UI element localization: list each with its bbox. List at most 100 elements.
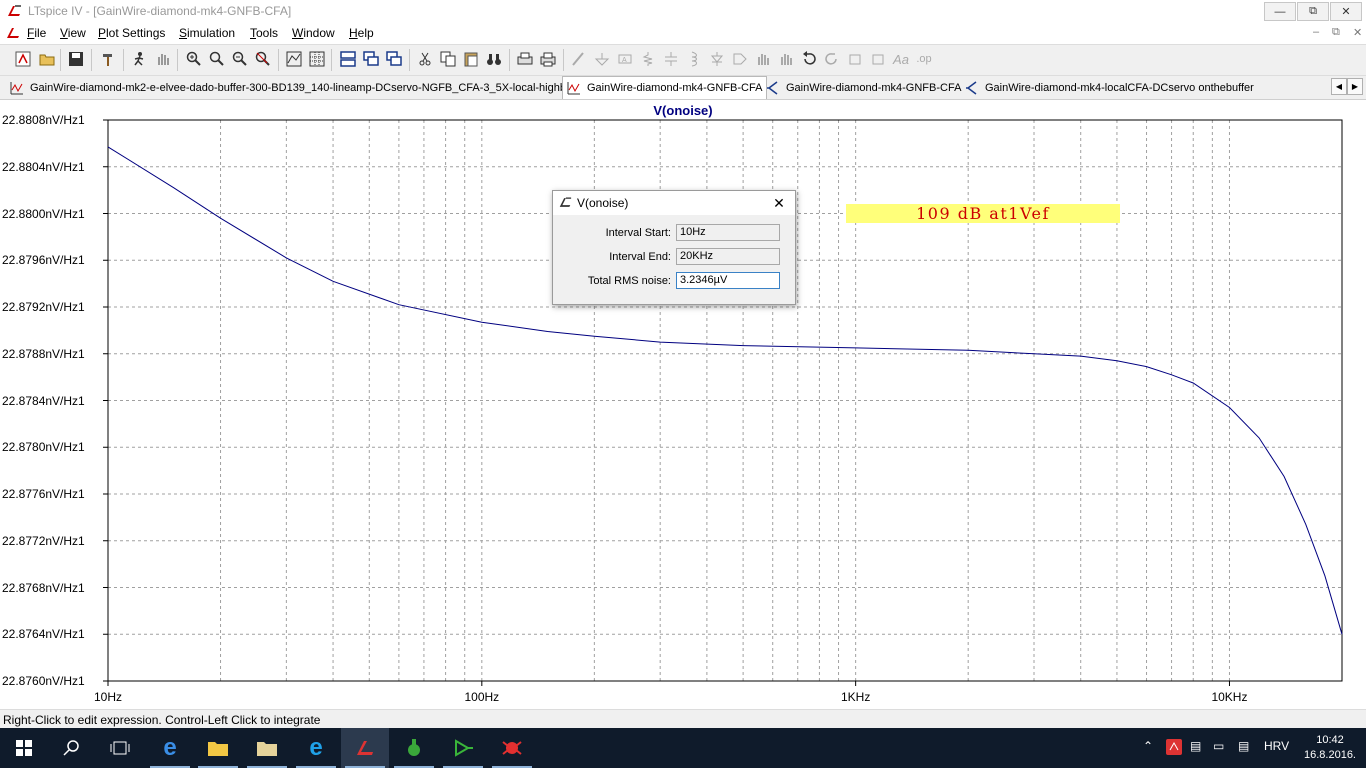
- menu-file[interactable]: File: [27, 26, 46, 40]
- minimize-icon: —: [1274, 5, 1286, 18]
- mdi-restore-icon[interactable]: ⧉: [1332, 26, 1340, 39]
- y-tick-label: 22.8800nV/Hz1: [2, 206, 85, 221]
- mirror-button[interactable]: [869, 50, 887, 68]
- open-button[interactable]: [38, 50, 56, 68]
- menu-help[interactable]: Help: [349, 26, 374, 40]
- y-tick-label: 22.8804nV/Hz1: [2, 159, 85, 174]
- pencil-icon: [572, 52, 584, 66]
- menu-plot-settings[interactable]: Plot Settings: [98, 26, 165, 40]
- y-tick-label: 22.8808nV/Hz1: [2, 113, 85, 127]
- interval-start-field[interactable]: 10Hz: [676, 224, 780, 241]
- y-tick-label: 22.8784nV/Hz1: [2, 393, 85, 408]
- tab-mk4-gnfb-cfa-waveform[interactable]: GainWire-diamond-mk4-GNFB-CFA: [562, 76, 768, 99]
- pan-button[interactable]: [208, 50, 226, 68]
- total-rms-noise-field[interactable]: 3.2346µV: [676, 272, 780, 289]
- autorange-button[interactable]: [285, 50, 303, 68]
- taskbar-app-circuit[interactable]: [439, 728, 487, 768]
- close-icon: ✕: [1341, 6, 1351, 18]
- tray-language[interactable]: HRV: [1264, 739, 1289, 753]
- save-button[interactable]: [67, 50, 85, 68]
- tray-expand-icon[interactable]: ⌃: [1143, 739, 1153, 753]
- tray-app-icon[interactable]: [1166, 739, 1182, 758]
- task-view-button[interactable]: [96, 728, 144, 768]
- print-button[interactable]: [539, 50, 557, 68]
- window-title: LTspice IV - [GainWire-diamond-mk4-GNFB-…: [28, 4, 292, 18]
- menu-simulation[interactable]: Simulation: [179, 26, 235, 40]
- tray-clock[interactable]: 10:42 16.8.2016.: [1300, 733, 1360, 763]
- wire-button[interactable]: [570, 50, 588, 68]
- mdi-minimize-icon[interactable]: –: [1313, 26, 1319, 38]
- start-button[interactable]: [0, 728, 48, 768]
- close-button[interactable]: ✕: [1330, 2, 1362, 21]
- taskbar-folder[interactable]: [243, 728, 291, 768]
- interval-end-field[interactable]: 20KHz: [676, 248, 780, 265]
- taskbar-edge[interactable]: e: [146, 728, 194, 768]
- tab-scroll-right-button[interactable]: ▶: [1347, 78, 1363, 95]
- new-schematic-button[interactable]: [14, 50, 32, 68]
- tray-network-icon[interactable]: ▤: [1190, 739, 1201, 753]
- rms-noise-dialog: V(onoise) ✕ Interval Start: 10Hz Interva…: [552, 190, 796, 305]
- menu-window[interactable]: Window: [292, 26, 335, 40]
- tray-display-icon[interactable]: ▭: [1213, 739, 1224, 753]
- menu-view[interactable]: View: [60, 26, 86, 40]
- cut-button[interactable]: [416, 50, 434, 68]
- minimize-button[interactable]: —: [1264, 2, 1296, 21]
- taskbar-ltspice[interactable]: [341, 728, 389, 768]
- zoom-in-button[interactable]: [185, 50, 203, 68]
- menu-tools[interactable]: Tools: [250, 26, 278, 40]
- taskbar-internet-explorer[interactable]: e: [292, 728, 340, 768]
- chevron-left-icon: ◀: [1335, 82, 1343, 91]
- x-tick-label: 10KHz: [1211, 690, 1248, 704]
- rotate-button[interactable]: [846, 50, 864, 68]
- zoom-out-button[interactable]: [231, 50, 249, 68]
- text-button[interactable]: Aa: [892, 50, 910, 68]
- paste-button[interactable]: [462, 50, 480, 68]
- zoom-full-button[interactable]: [254, 50, 272, 68]
- tile-vertical-button[interactable]: [385, 50, 403, 68]
- diode-button[interactable]: [708, 50, 726, 68]
- dialog-close-button[interactable]: ✕: [769, 193, 789, 213]
- capacitor-button[interactable]: [662, 50, 680, 68]
- cascade-button[interactable]: [362, 50, 380, 68]
- tab-scroll-left-button[interactable]: ◀: [1331, 78, 1347, 95]
- resistor-button[interactable]: [639, 50, 657, 68]
- mdi-close-icon[interactable]: ✕: [1353, 26, 1362, 39]
- tile-horizontal-button[interactable]: [339, 50, 357, 68]
- label-net-button[interactable]: A: [616, 50, 634, 68]
- tab-label: GainWire-diamond-mk4-localCFA-DCservo on…: [985, 81, 1254, 94]
- print-preview-button[interactable]: [516, 50, 534, 68]
- ground-button[interactable]: [593, 50, 611, 68]
- move-button[interactable]: [754, 50, 772, 68]
- undo-button[interactable]: [800, 50, 818, 68]
- taskbar-file-explorer[interactable]: [194, 728, 242, 768]
- capacitor-icon: [665, 52, 677, 66]
- tab-mk4-gnfb-cfa-schematic[interactable]: GainWire-diamond-mk4-GNFB-CFA: [766, 78, 961, 97]
- halt-button[interactable]: [154, 50, 172, 68]
- waveform-icon: [567, 82, 580, 95]
- dialog-title: V(onoise): [577, 196, 629, 210]
- task-view-icon: [110, 741, 130, 755]
- tab-mk4-localcfa-schematic[interactable]: GainWire-diamond-mk4-localCFA-DCservo on…: [965, 78, 1254, 97]
- plot-title[interactable]: V(onoise): [653, 103, 712, 118]
- drag-button[interactable]: [777, 50, 795, 68]
- run-button[interactable]: [130, 50, 148, 68]
- bug-app-icon: [502, 741, 522, 755]
- grid-button[interactable]: [308, 50, 326, 68]
- document-tabs: GainWire-diamond-mk2-e-elvee-dado-buffer…: [0, 76, 1366, 100]
- restore-button[interactable]: ⧉: [1297, 2, 1329, 21]
- redo-button[interactable]: [823, 50, 841, 68]
- spice-directive-button[interactable]: .op: [915, 50, 933, 68]
- inductor-button[interactable]: [685, 50, 703, 68]
- component-button[interactable]: [731, 50, 749, 68]
- copy-button[interactable]: [439, 50, 457, 68]
- control-panel-button[interactable]: [99, 50, 117, 68]
- tray-notification-icon[interactable]: ▤: [1238, 739, 1249, 753]
- find-button[interactable]: [485, 50, 503, 68]
- x-tick-label: 1KHz: [840, 690, 871, 704]
- taskbar-app-green[interactable]: [390, 728, 438, 768]
- search-button[interactable]: [48, 728, 96, 768]
- plot-annotation[interactable]: 109 dB at1Vef: [846, 204, 1120, 223]
- taskbar-app-red[interactable]: [488, 728, 536, 768]
- tab-mk2-waveform[interactable]: GainWire-diamond-mk2-e-elvee-dado-buffer…: [10, 78, 580, 97]
- copy-icon: [440, 51, 456, 67]
